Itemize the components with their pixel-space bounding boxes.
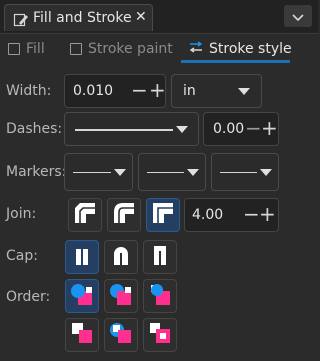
join-bevel-button[interactable] bbox=[68, 198, 102, 232]
miter-limit-decrement-button[interactable]: − bbox=[243, 204, 260, 224]
miter-join-icon bbox=[152, 202, 174, 228]
order-stroke-fill-markers-button[interactable] bbox=[104, 279, 138, 313]
panel-title: Fill and Stroke bbox=[33, 10, 132, 26]
width-unit-dropdown[interactable]: in bbox=[171, 74, 262, 108]
dash-offset-value[interactable]: 0.00 bbox=[213, 121, 244, 137]
stroke-paint-checkbox[interactable] bbox=[70, 43, 82, 55]
order-markers-stroke-fill-button[interactable] bbox=[104, 318, 138, 352]
dashes-label: Dashes: bbox=[6, 121, 63, 137]
miter-limit-value[interactable]: 4.00 bbox=[192, 207, 223, 223]
dash-offset-increment-button[interactable]: + bbox=[261, 118, 278, 138]
chevron-down-icon bbox=[114, 169, 126, 176]
order-fill-stroke-markers-button[interactable] bbox=[65, 279, 99, 313]
order-label: Order: bbox=[6, 289, 51, 305]
paint-order-icon bbox=[147, 281, 173, 311]
tab-stroke-paint-label: Stroke paint bbox=[88, 41, 173, 57]
close-icon[interactable]: ✕ bbox=[135, 9, 147, 25]
tab-fill-label: Fill bbox=[26, 41, 45, 57]
cap-round-button[interactable] bbox=[104, 240, 138, 274]
join-label: Join: bbox=[6, 206, 37, 222]
dash-offset-spinbox[interactable]: 0.00 − + bbox=[203, 112, 279, 146]
order-stroke-markers-fill-button[interactable] bbox=[143, 318, 177, 352]
tab-stroke-style[interactable]: Stroke style bbox=[189, 41, 292, 57]
order-fill-markers-stroke-button[interactable] bbox=[143, 279, 177, 313]
active-tab-indicator bbox=[181, 60, 290, 63]
tab-fill-and-stroke[interactable]: Fill and Stroke ✕ bbox=[4, 4, 153, 31]
order-markers-fill-stroke-button[interactable] bbox=[65, 318, 99, 352]
bevel-join-icon bbox=[74, 202, 96, 228]
end-marker-preview bbox=[220, 172, 257, 173]
fill-checkbox[interactable] bbox=[8, 43, 20, 55]
tab-stroke-style-label: Stroke style bbox=[209, 41, 292, 57]
chevron-down-icon bbox=[187, 169, 199, 176]
cap-square-button[interactable] bbox=[143, 240, 177, 274]
start-marker-preview bbox=[73, 172, 111, 173]
paint-order-icon bbox=[108, 281, 134, 311]
dash-pattern-preview bbox=[75, 129, 173, 131]
miter-limit-spinbox[interactable]: 4.00 − + bbox=[184, 198, 279, 232]
mid-marker-preview bbox=[147, 172, 184, 173]
paint-order-icon bbox=[69, 320, 95, 350]
pen-icon bbox=[13, 12, 29, 32]
paint-order-icon bbox=[108, 320, 134, 350]
markers-label: Markers: bbox=[6, 164, 67, 180]
round-join-icon bbox=[113, 202, 135, 228]
stroke-style-icon bbox=[189, 41, 203, 57]
width-spinbox[interactable]: 0.010 − + bbox=[64, 74, 166, 108]
square-cap-icon bbox=[150, 245, 170, 269]
round-cap-icon bbox=[111, 245, 131, 269]
cap-butt-button[interactable] bbox=[65, 240, 99, 274]
chevron-down-icon bbox=[176, 126, 188, 133]
start-marker-dropdown[interactable] bbox=[64, 153, 133, 191]
width-value[interactable]: 0.010 bbox=[73, 83, 113, 99]
dash-offset-decrement-button[interactable]: − bbox=[245, 118, 262, 138]
width-unit-value: in bbox=[183, 83, 196, 99]
dash-pattern-dropdown[interactable] bbox=[64, 112, 199, 146]
butt-cap-icon bbox=[72, 245, 92, 269]
paint-order-icon bbox=[147, 320, 173, 350]
chevron-down-icon bbox=[292, 7, 304, 26]
join-miter-button[interactable] bbox=[146, 198, 180, 232]
width-increment-button[interactable]: + bbox=[149, 80, 166, 100]
tab-stroke-paint[interactable]: Stroke paint bbox=[70, 41, 173, 57]
join-round-button[interactable] bbox=[107, 198, 141, 232]
paint-order-icon bbox=[69, 281, 95, 311]
end-marker-dropdown[interactable] bbox=[211, 153, 279, 191]
width-label: Width: bbox=[6, 83, 52, 99]
panel-titlebar: Fill and Stroke ✕ bbox=[0, 0, 318, 34]
tab-fill[interactable]: Fill bbox=[8, 41, 45, 57]
mid-marker-dropdown[interactable] bbox=[138, 153, 206, 191]
chevron-down-icon bbox=[238, 88, 250, 95]
miter-limit-increment-button[interactable]: + bbox=[259, 204, 276, 224]
panel-menu-button[interactable] bbox=[284, 5, 312, 27]
width-decrement-button[interactable]: − bbox=[131, 80, 148, 100]
cap-label: Cap: bbox=[6, 248, 38, 264]
chevron-down-icon bbox=[260, 169, 272, 176]
subtab-bar: Fill Stroke paint Stroke style bbox=[0, 33, 318, 65]
